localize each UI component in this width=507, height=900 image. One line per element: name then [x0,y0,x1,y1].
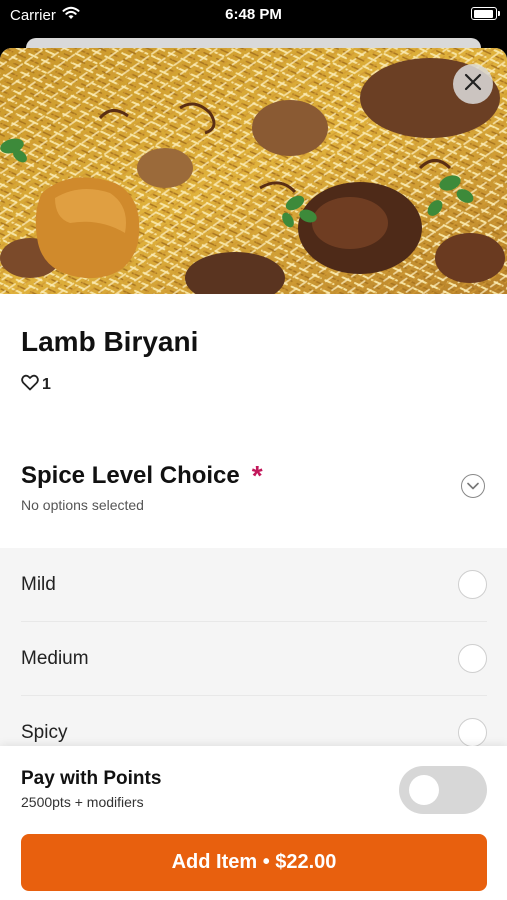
points-subtitle: 2500pts + modifiers [21,794,144,810]
points-toggle[interactable] [399,766,487,814]
item-detail-sheet: Lamb Biryani 1 Spice Level Choice * No o… [0,48,507,900]
required-marker: * [251,460,263,491]
chevron-down-icon [467,477,479,495]
points-title: Pay with Points [21,768,162,789]
collapse-toggle[interactable] [461,474,485,498]
option-radio[interactable] [458,570,487,599]
like-count: 1 [42,376,51,393]
heart-icon [21,374,39,396]
option-row-medium[interactable]: Medium [0,622,507,696]
modifier-group-title: Spice Level Choice * [21,462,263,490]
status-bar: Carrier 6:48 PM [0,0,507,36]
battery-icon [471,7,500,20]
item-title: Lamb Biryani [21,326,199,357]
close-button[interactable] [453,64,493,104]
option-label: Medium [21,648,89,669]
modifier-group-status: No options selected [21,497,144,513]
option-row-mild[interactable]: Mild [0,548,507,622]
item-photo [0,48,507,294]
option-label: Spicy [21,722,68,743]
add-item-label: Add Item • $22.00 [171,851,337,873]
option-radio[interactable] [458,644,487,673]
option-label: Mild [21,574,56,595]
bottom-action-panel: Pay with Points 2500pts + modifiers Add … [0,746,507,900]
close-icon [464,73,482,96]
toggle-knob [409,775,439,805]
option-radio[interactable] [458,718,487,747]
add-item-button[interactable]: Add Item • $22.00 [21,834,487,891]
like-button[interactable]: 1 [21,374,51,396]
modifier-group-name: Spice Level Choice [21,462,240,489]
status-time: 6:48 PM [225,6,282,23]
